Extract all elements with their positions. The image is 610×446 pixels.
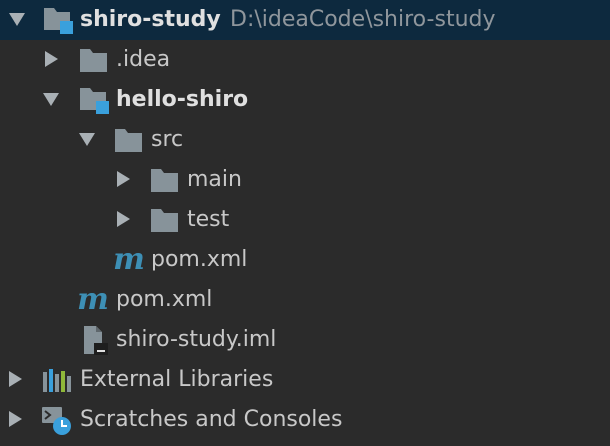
folder-icon: [113, 124, 145, 156]
folder-icon: [78, 44, 110, 76]
tree-label-test: test: [187, 207, 230, 232]
tree-label-pom: pom.xml: [151, 247, 248, 272]
tree-row-hello-shiro-pom[interactable]: m pom.xml: [0, 240, 610, 280]
tree-label-iml: shiro-study.iml: [116, 327, 277, 352]
folder-icon: [149, 204, 181, 236]
folder-icon: [149, 164, 181, 196]
scratches-icon: [40, 404, 72, 436]
maven-icon: m: [77, 282, 109, 317]
tree-row-shiro-study[interactable]: shiro-study D:\ideaCode\shiro-study: [0, 0, 610, 40]
tree-row-scratches[interactable]: Scratches and Consoles: [0, 400, 610, 440]
project-tree: shiro-study D:\ideaCode\shiro-study .ide…: [0, 0, 610, 446]
tree-label-main: main: [187, 167, 242, 192]
tree-label-scratches: Scratches and Consoles: [80, 407, 343, 432]
tree-row-external-libraries[interactable]: External Libraries: [0, 360, 610, 400]
tree-row-main[interactable]: main: [0, 160, 610, 200]
module-folder-icon: [42, 4, 74, 36]
collapsed-arrow-icon[interactable]: [4, 400, 28, 440]
maven-icon: m: [113, 242, 145, 277]
libraries-icon: [40, 364, 72, 396]
tree-row-root-pom[interactable]: m pom.xml: [0, 280, 610, 320]
tree-label-shiro-study: shiro-study: [80, 7, 221, 32]
tree-label-idea: .idea: [116, 47, 171, 72]
tree-label-pom: pom.xml: [116, 287, 213, 312]
expanded-arrow-icon[interactable]: [76, 120, 100, 160]
tree-label-src: src: [151, 127, 184, 152]
collapsed-arrow-icon[interactable]: [40, 40, 64, 80]
module-folder-icon: [78, 84, 110, 116]
tree-row-hello-shiro[interactable]: hello-shiro: [0, 80, 610, 120]
expanded-arrow-icon[interactable]: [40, 80, 64, 120]
tree-row-src[interactable]: src: [0, 120, 610, 160]
tree-row-iml[interactable]: shiro-study.iml: [0, 320, 610, 360]
tree-label-external-libraries: External Libraries: [80, 367, 274, 392]
tree-label-hello-shiro: hello-shiro: [116, 87, 249, 112]
tree-row-idea[interactable]: .idea: [0, 40, 610, 80]
module-path: D:\ideaCode\shiro-study: [230, 7, 496, 32]
tree-row-test[interactable]: test: [0, 200, 610, 240]
collapsed-arrow-icon[interactable]: [4, 360, 28, 400]
collapsed-arrow-icon[interactable]: [112, 160, 136, 200]
expanded-arrow-icon[interactable]: [6, 0, 30, 40]
collapsed-arrow-icon[interactable]: [112, 200, 136, 240]
iml-file-icon: [80, 324, 112, 356]
